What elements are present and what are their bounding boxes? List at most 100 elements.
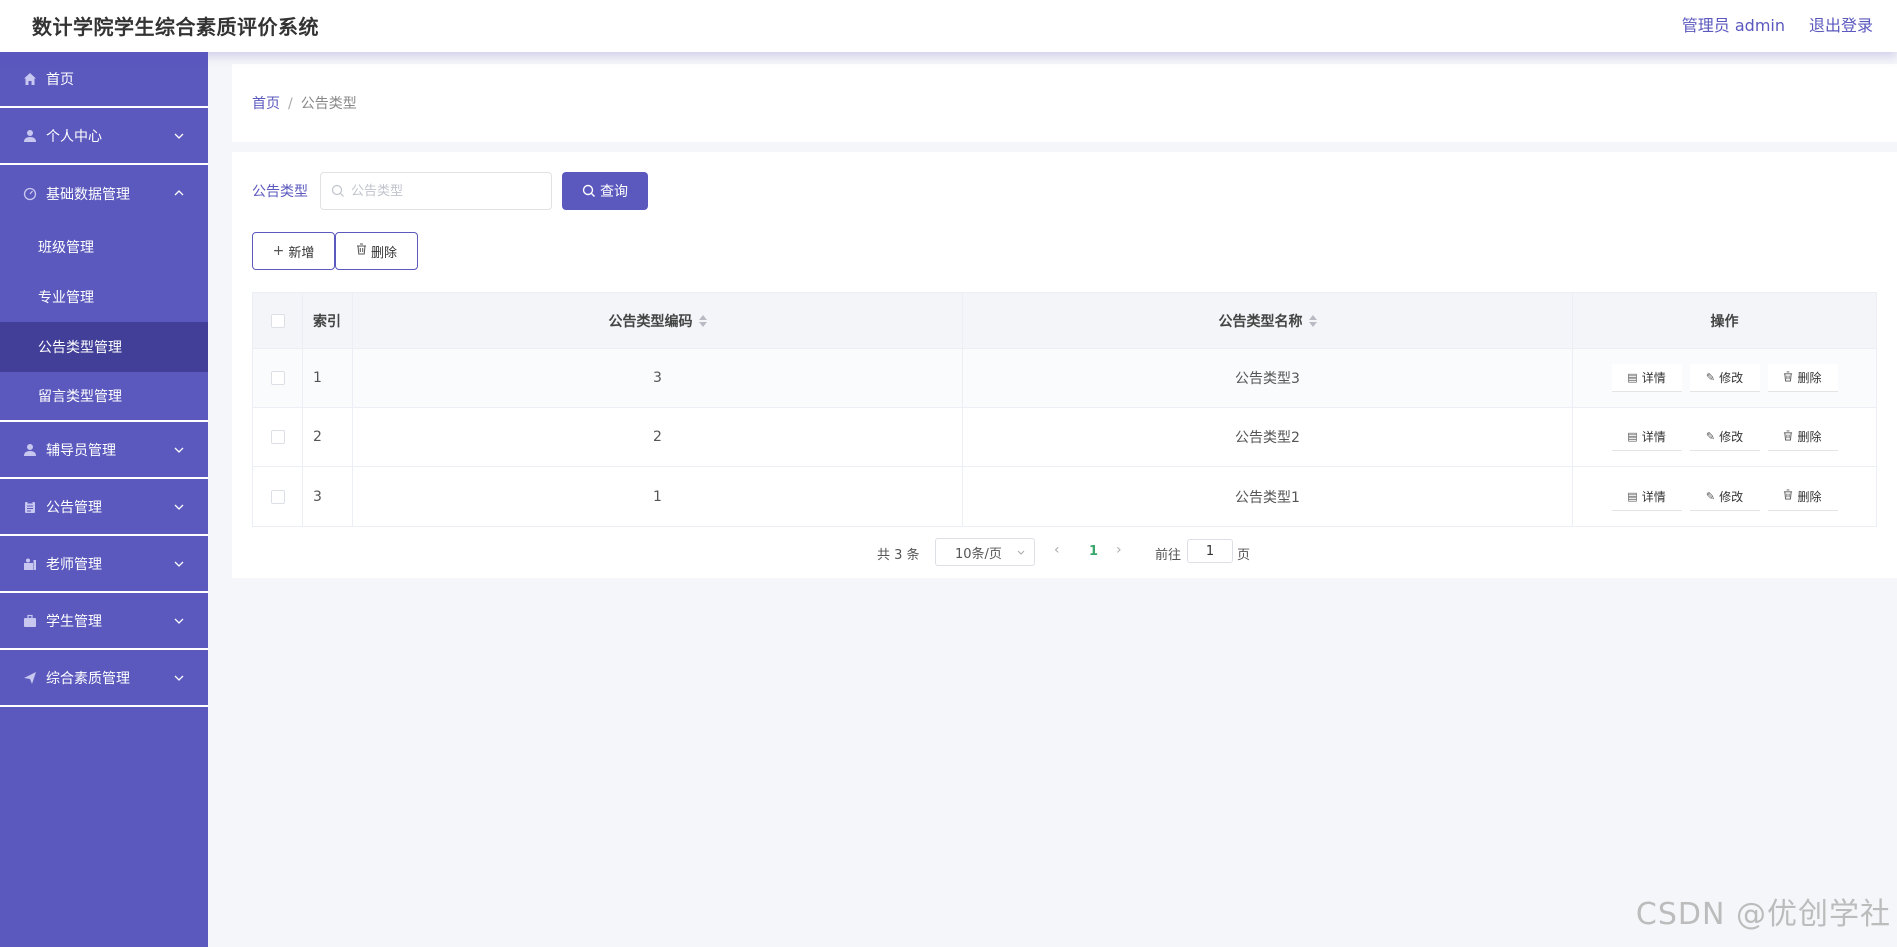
row-checkbox[interactable] [270, 371, 285, 385]
cell-code: 2 [353, 408, 963, 466]
row-checkbox-cell [253, 408, 303, 466]
top-header: 数计学院学生综合素质评价系统 管理员 admin 退出登录 [0, 0, 1897, 52]
sidebar-item-label: 辅导员管理 [46, 442, 116, 459]
detail-label: 详情 [1641, 489, 1666, 504]
row-delete-button[interactable]: 删除 [1767, 482, 1838, 511]
sidebar-item-message-type[interactable]: 留言类型管理 [0, 372, 208, 422]
breadcrumb-card: 首页 / 公告类型 [232, 64, 1897, 142]
column-header-actions: 操作 [1710, 313, 1739, 330]
sidebar-item-teacher[interactable]: 老师管理 [0, 536, 208, 593]
row-checkbox[interactable] [270, 430, 285, 444]
document-icon: ▤ [1627, 371, 1638, 384]
add-button-label: 新增 [288, 245, 315, 261]
row-checkbox[interactable] [270, 489, 285, 504]
chevron-down-icon [174, 618, 184, 624]
watermark: CSDN @优创学社 [1635, 897, 1891, 932]
cell-code: 3 [353, 349, 963, 407]
page-unit-label: 页 [1237, 548, 1251, 563]
sidebar-item-counselor[interactable]: 辅导员管理 [0, 422, 208, 479]
sidebar-item-quality[interactable]: 综合素质管理 [0, 650, 208, 707]
send-icon [22, 670, 38, 686]
column-header-code[interactable]: 公告类型编码 [353, 293, 963, 348]
dashboard-icon [22, 186, 38, 202]
header-checkbox-cell [253, 293, 303, 348]
sidebar: 首页 个人中心 基础数据管理 班级管理 专业管理 公告类型管理 留言类型管理 辅… [0, 52, 208, 947]
table-row: 3 1 公告类型1 ▤ 详情 ✎ 修改 删除 [253, 467, 1876, 526]
clipboard-icon [22, 499, 38, 515]
sidebar-item-label: 基础数据管理 [46, 186, 130, 203]
next-page-icon[interactable]: › [1116, 542, 1122, 558]
row-delete-button[interactable]: 删除 [1767, 364, 1838, 392]
goto-page-input[interactable] [1187, 539, 1233, 563]
edit-button[interactable]: ✎ 修改 [1689, 482, 1760, 511]
delete-button[interactable]: 删除 [335, 232, 418, 270]
column-header-label: 公告类型名称 [1218, 313, 1303, 330]
cell-code: 1 [353, 467, 963, 526]
home-icon [22, 71, 38, 87]
plus-icon: + [272, 243, 285, 259]
sidebar-item-label: 综合素质管理 [46, 670, 130, 687]
delete-label: 删除 [1797, 371, 1822, 385]
sidebar-item-class[interactable]: 班级管理 [0, 222, 208, 272]
page-number[interactable]: 1 [1089, 544, 1098, 559]
current-user[interactable]: 管理员 admin [1682, 12, 1785, 36]
search-field[interactable] [320, 172, 552, 210]
sort-icon[interactable] [698, 314, 707, 327]
detail-button[interactable]: ▤ 详情 [1611, 423, 1682, 451]
search-input[interactable] [351, 173, 546, 209]
detail-label: 详情 [1641, 371, 1666, 385]
cell-actions: ▤ 详情 ✎ 修改 删除 [1573, 408, 1876, 466]
cell-actions: ▤ 详情 ✎ 修改 删除 [1573, 467, 1876, 526]
column-header-index: 索引 [303, 293, 353, 348]
sidebar-item-label: 个人中心 [46, 128, 102, 145]
notice-type-table: 索引 公告类型编码 公告类型名称 操作 1 3 公告类型3 ▤ 详情 ✎ 修改 删除 [252, 292, 1877, 527]
trash-icon [1783, 489, 1793, 503]
breadcrumb-current: 公告类型 [300, 96, 357, 112]
edit-label: 修改 [1719, 489, 1744, 504]
edit-button[interactable]: ✎ 修改 [1689, 364, 1760, 392]
prev-page-icon[interactable]: ‹ [1054, 542, 1060, 558]
logout-link[interactable]: 退出登录 [1809, 12, 1873, 36]
trash-icon [1783, 371, 1793, 385]
add-button[interactable]: + 新增 [252, 232, 335, 270]
delete-label: 删除 [1797, 489, 1822, 504]
query-button[interactable]: 查询 [562, 172, 648, 210]
sidebar-item-label: 学生管理 [46, 613, 102, 630]
column-header-name[interactable]: 公告类型名称 [963, 293, 1573, 348]
document-icon: ▤ [1627, 489, 1638, 503]
briefcase-icon [22, 613, 38, 629]
chevron-down-icon [174, 504, 184, 510]
page-size-select[interactable]: 10条/页 [935, 538, 1035, 566]
trash-icon [1783, 430, 1793, 444]
chevron-down-icon [174, 561, 184, 567]
sidebar-item-major[interactable]: 专业管理 [0, 272, 208, 322]
row-checkbox-cell [253, 349, 303, 407]
select-all-checkbox[interactable] [270, 313, 285, 328]
detail-button[interactable]: ▤ 详情 [1611, 482, 1682, 511]
edit-button[interactable]: ✎ 修改 [1689, 423, 1760, 451]
sidebar-item-label: 公告管理 [46, 499, 102, 516]
table-row: 2 2 公告类型2 ▤ 详情 ✎ 修改 删除 [253, 408, 1876, 467]
row-delete-button[interactable]: 删除 [1767, 423, 1838, 451]
breadcrumb-home[interactable]: 首页 [252, 96, 280, 112]
sidebar-item-basic-data[interactable]: 基础数据管理 [0, 165, 208, 222]
app-title: 数计学院学生综合素质评价系统 [32, 15, 319, 39]
detail-button[interactable]: ▤ 详情 [1611, 364, 1682, 392]
chevron-down-icon [174, 447, 184, 453]
sort-icon[interactable] [1308, 314, 1317, 327]
pencil-icon: ✎ [1705, 430, 1716, 443]
cell-index: 2 [303, 408, 353, 466]
sidebar-item-notice-type[interactable]: 公告类型管理 [0, 322, 208, 372]
sidebar-item-notice[interactable]: 公告管理 [0, 479, 208, 536]
sidebar-item-student[interactable]: 学生管理 [0, 593, 208, 650]
teacher-icon [22, 556, 38, 572]
query-button-label: 查询 [600, 184, 628, 200]
page-size-value: 10条/页 [955, 546, 1002, 562]
sidebar-item-home[interactable]: 首页 [0, 52, 208, 108]
pagination-total: 共 3 条 [877, 548, 920, 563]
trash-icon [356, 243, 367, 259]
pagination: 共 3 条 10条/页 ‹ 1 › 前往 页 [232, 537, 1897, 567]
main-card: 公告类型 查询 + 新增 删除 索引 公告类型编码 公告类型名称 操作 [232, 152, 1897, 578]
submenu-basic-data: 班级管理 专业管理 公告类型管理 留言类型管理 [0, 222, 208, 422]
sidebar-item-personal[interactable]: 个人中心 [0, 108, 208, 165]
